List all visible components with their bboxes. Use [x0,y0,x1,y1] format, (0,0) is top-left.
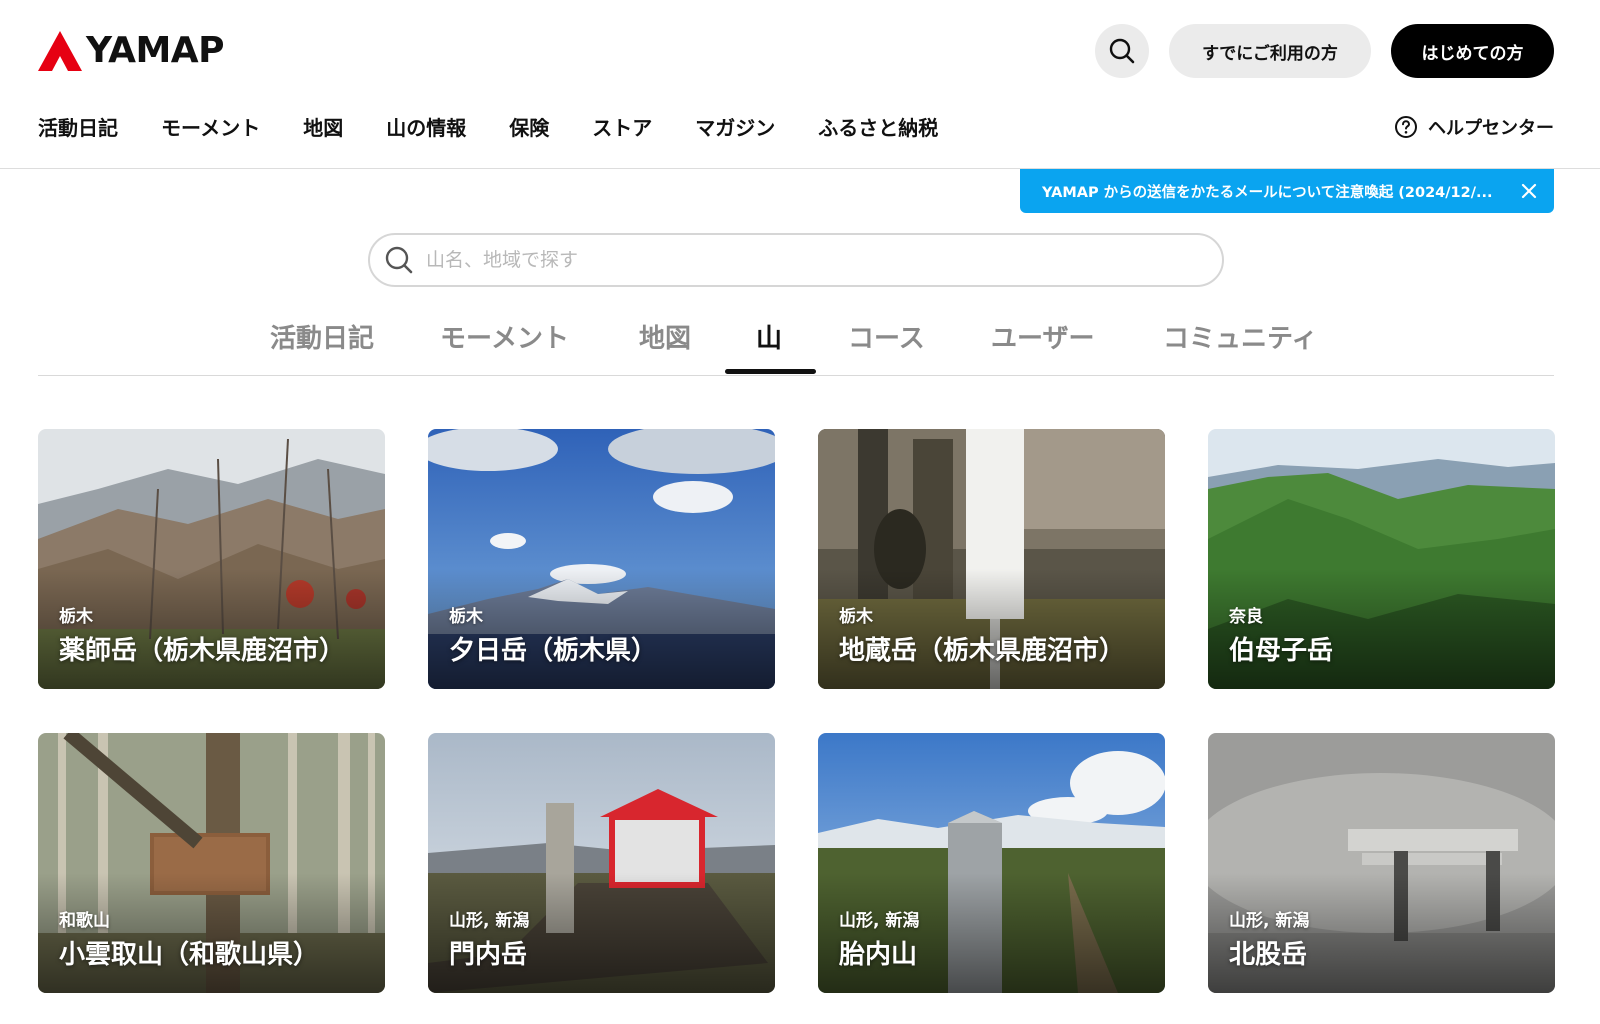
global-nav: 活動日記 モーメント 地図 山の情報 保険 ストア マガジン ふるさと納税 [38,112,981,141]
mountain-prefecture: 栃木 [59,607,93,627]
mountain-name: 小雲取山（和歌山県） [59,940,320,970]
mountain-card[interactable]: 栃木 薬師岳（栃木県鹿沼市） [38,429,385,689]
tab-moment[interactable]: モーメント [440,318,569,355]
search-input[interactable] [426,249,1186,271]
search-icon [385,246,413,274]
nav-item-store[interactable]: ストア [592,112,652,141]
tab-user[interactable]: ユーザー [991,318,1094,355]
tab-course[interactable]: コース [848,318,925,355]
close-icon[interactable] [1518,180,1540,202]
mountain-prefecture: 山形, 新潟 [449,911,530,931]
signup-button[interactable]: はじめての方 [1391,24,1554,78]
active-tab-indicator [725,369,816,374]
nav-item-mountain-info[interactable]: 山の情報 [386,112,466,141]
notice-text[interactable]: YAMAP からの送信をかたるメールについて注意喚起 (2024/12/... [1042,181,1508,202]
mountain-name: 胎内山 [839,940,918,970]
mountain-prefecture: 栃木 [839,607,873,627]
mountain-name: 薬師岳（栃木県鹿沼市） [59,636,346,666]
mountain-card[interactable]: 栃木 夕日岳（栃木県） [428,429,775,689]
notice-banner[interactable]: YAMAP からの送信をかたるメールについて注意喚起 (2024/12/... [1020,169,1554,213]
tab-mountain[interactable]: 山 [756,318,782,355]
mountain-prefecture: 山形, 新潟 [839,911,920,931]
nav-item-magazine[interactable]: マガジン [695,112,775,141]
mountain-prefecture: 奈良 [1229,607,1263,627]
nav-item-hometown-tax[interactable]: ふるさと納税 [818,112,938,141]
mountain-name: 門内岳 [449,940,528,970]
help-label: ヘルプセンター [1428,118,1554,139]
nav-item-insurance[interactable]: 保険 [509,112,549,141]
search-button[interactable] [1095,24,1149,78]
mountain-name: 夕日岳（栃木県） [449,636,658,666]
mountain-logo-icon [38,30,82,71]
yamap-logo[interactable]: YAMAP [38,30,225,71]
mountain-card[interactable]: 山形, 新潟 北股岳 [1208,733,1555,993]
mountain-name: 地蔵岳（栃木県鹿沼市） [839,636,1126,666]
login-button[interactable]: すでにご利用の方 [1169,24,1371,78]
mountain-name: 北股岳 [1229,940,1308,970]
mountain-card[interactable]: 栃木 地蔵岳（栃木県鹿沼市） [818,429,1165,689]
tab-activity-diary[interactable]: 活動日記 [270,318,374,355]
help-center-link[interactable]: ヘルプセンター [1394,114,1554,140]
tab-map[interactable]: 地図 [639,318,691,355]
nav-item-moment[interactable]: モーメント [161,112,260,141]
mountain-card[interactable]: 山形, 新潟 門内岳 [428,733,775,993]
site-header: YAMAP すでにご利用の方 はじめての方 活動日記 モーメント 地図 山の情報… [0,0,1600,140]
mountain-card[interactable]: 山形, 新潟 胎内山 [818,733,1165,993]
mountain-card[interactable]: 奈良 伯母子岳 [1208,429,1555,689]
tab-community[interactable]: コミュニティ [1163,318,1317,355]
search-icon [1109,38,1135,64]
search-tabs: 活動日記 モーメント 地図 山 コース ユーザー コミュニティ [38,318,1554,376]
help-icon [1395,116,1417,138]
mountain-name: 伯母子岳 [1229,636,1334,666]
mountain-card[interactable]: 和歌山 小雲取山（和歌山県） [38,733,385,993]
mountain-search-box[interactable] [368,233,1224,287]
mountain-prefecture: 栃木 [449,607,483,627]
nav-item-activity-diary[interactable]: 活動日記 [38,112,118,141]
nav-item-map[interactable]: 地図 [303,112,343,141]
logo-text: YAMAP [86,30,225,71]
mountain-prefecture: 和歌山 [59,911,110,931]
mountain-prefecture: 山形, 新潟 [1229,911,1310,931]
